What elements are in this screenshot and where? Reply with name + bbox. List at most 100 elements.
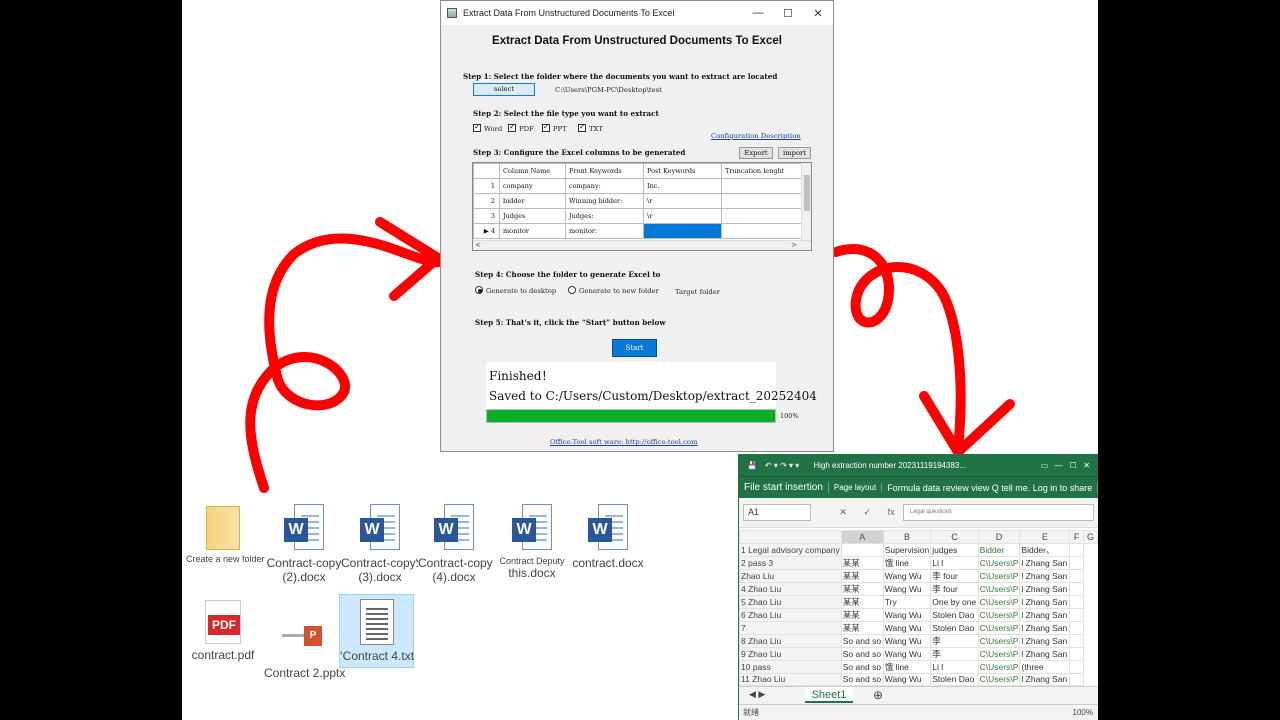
sheet-cell[interactable]: C\Users\P <box>977 672 1021 686</box>
sheet-cell[interactable]: C\Users\P <box>977 659 1021 674</box>
sheet-cell[interactable] <box>1069 672 1084 686</box>
row-cell-first[interactable]: 5 Zhao Liu <box>739 594 842 609</box>
configuration-description-link[interactable]: Configuration Description <box>711 132 801 140</box>
sheet-nav-icon[interactable]: ◀ ▶ <box>749 689 765 700</box>
sheet-cell[interactable]: Bidder <box>977 542 1021 557</box>
grid-cell[interactable]: Winning bidder: <box>565 193 644 209</box>
import-button[interactable]: import <box>778 147 811 159</box>
sheet-cell[interactable]: C\Users\P <box>977 633 1021 648</box>
sheet-cell[interactable]: l Zhang San <box>1019 607 1071 622</box>
grid-cell[interactable]: monitor: <box>565 223 644 239</box>
sheet-cell[interactable]: C\Users\P <box>977 568 1021 583</box>
sheet-cell[interactable]: One by one <box>930 594 979 609</box>
sheet-cell[interactable]: 饿 line <box>882 659 932 674</box>
sheet-tab[interactable]: Sheet1 <box>805 687 853 703</box>
horizontal-scrollbar[interactable]: < > <box>473 240 811 250</box>
type-txt[interactable]: TXT <box>578 122 603 133</box>
ribbon-tab[interactable]: Formula data review view Q tell me. Log … <box>882 482 1098 493</box>
sheet-cell[interactable] <box>1069 607 1084 622</box>
vertical-scrollbar[interactable] <box>801 163 811 241</box>
sheet-cell[interactable]: C\Users\P <box>977 646 1021 661</box>
sheet-cell[interactable]: C\Users\P <box>977 581 1021 596</box>
sheet-cell[interactable] <box>1069 659 1084 674</box>
undo-icon[interactable]: ↶ ▾ ↷ ▾ ▾ <box>765 461 799 470</box>
row-cell-first[interactable]: 1 Legal advisory company <box>739 542 842 557</box>
sheet-cell[interactable]: So and so <box>840 646 884 661</box>
sheet-cell[interactable]: Wang Wu <box>882 568 932 583</box>
ribbon-tab[interactable]: File start insertion <box>739 482 829 493</box>
grid-cell[interactable]: \r <box>643 208 722 224</box>
row-cell-first[interactable]: 6 Zhao Liu <box>739 607 842 622</box>
grid-cell[interactable]: Inc. <box>643 178 722 194</box>
sheet-cell[interactable]: Stolen Dao <box>930 620 979 635</box>
sheet-cell[interactable]: Li l <box>930 659 979 674</box>
ribbon-tab[interactable]: Page layout <box>829 483 883 492</box>
sheet-cell[interactable]: Wang Wu <box>882 607 932 622</box>
column-header[interactable]: B <box>882 530 932 544</box>
sheet-cell[interactable]: Supervision <box>882 542 932 557</box>
zoom-level[interactable]: 100% <box>1073 708 1093 717</box>
sheet-cell[interactable]: l Zhang San <box>1019 581 1071 596</box>
row-cell-first[interactable]: 11 Zhao Liu <box>739 672 842 686</box>
sheet-cell[interactable]: Stolen Dao <box>930 607 979 622</box>
file-contract-copy-2[interactable]: W Contract-copy (2).docx <box>264 504 344 584</box>
row-cell-first[interactable]: 7 <box>739 620 842 635</box>
grid-cell[interactable]: company <box>499 178 566 194</box>
sheet-cell[interactable] <box>1069 594 1084 609</box>
file-contract-txt[interactable]: ‘Contract 4.txt <box>339 594 414 668</box>
grid-cell[interactable] <box>721 208 802 224</box>
export-button[interactable]: Export <box>739 147 773 159</box>
sheet-cell[interactable]: 某某 <box>840 607 884 622</box>
enter-icon[interactable]: ✓ <box>863 507 871 518</box>
sheet-cell[interactable]: judges <box>930 542 979 557</box>
sheet-cell[interactable]: So and so <box>840 672 884 686</box>
sheet-cell[interactable]: (three <box>1019 659 1071 674</box>
grid-cell[interactable]: company: <box>565 178 644 194</box>
sheet-cell[interactable]: C\Users\P <box>977 594 1021 609</box>
sheet-cell[interactable]: l Zhang San <box>1019 633 1071 648</box>
target-folder-label[interactable]: Target folder <box>675 288 720 296</box>
sheet-cell[interactable] <box>840 542 884 557</box>
sheet-cell[interactable]: 李 four <box>930 581 979 596</box>
ppt-checkbox[interactable] <box>542 122 550 132</box>
sheet-cell[interactable]: 李 <box>930 633 979 648</box>
function-icon[interactable]: fx <box>888 507 895 518</box>
sheet-cell[interactable] <box>1069 633 1084 648</box>
sheet-cell[interactable]: 某某 <box>840 620 884 635</box>
grid-cell[interactable] <box>721 223 802 239</box>
close-button[interactable]: ✕ <box>803 7 833 20</box>
sheet-cell[interactable] <box>1069 568 1084 583</box>
sheet-cell[interactable]: Stolen Dao <box>930 672 979 686</box>
sheet-cell[interactable] <box>1069 620 1084 635</box>
sheet-cell[interactable]: 饿 line <box>882 555 932 570</box>
file-contract-docx[interactable]: W contract.docx <box>568 504 648 570</box>
cancel-icon[interactable]: ✕ <box>839 507 847 518</box>
file-contract-pptx[interactable]: P Contract 2.pptx <box>264 620 345 680</box>
column-header[interactable]: F <box>1069 530 1084 544</box>
sheet-cell[interactable]: l Zhang San <box>1019 568 1071 583</box>
type-word[interactable]: Word <box>473 122 502 133</box>
sheet-cell[interactable]: 李 four <box>930 568 979 583</box>
desktop-radio[interactable] <box>475 286 483 294</box>
sheet-cell[interactable]: Wang Wu <box>882 672 932 686</box>
sheet-cell[interactable]: 某某 <box>840 555 884 570</box>
sheet-cell[interactable]: Wang Wu <box>882 581 932 596</box>
sheet-cell[interactable]: 某某 <box>840 594 884 609</box>
sheet-cell[interactable] <box>1069 646 1084 661</box>
formula-input[interactable]: Legal questions <box>903 504 1094 521</box>
row-cell-first[interactable]: 10 pass <box>739 659 842 674</box>
file-contract-copy-3[interactable]: W Contract-copy: (3).docx <box>340 504 420 584</box>
sheet-cell[interactable]: Wang Wu <box>882 646 932 661</box>
grid-cell-selected[interactable] <box>643 223 722 239</box>
sheet-cell[interactable]: l Zhang San <box>1019 646 1071 661</box>
sheet-cell[interactable]: So and so <box>840 633 884 648</box>
column-header[interactable]: D <box>977 530 1021 544</box>
new-folder-radio[interactable] <box>568 286 576 294</box>
excel-window-controls[interactable]: ▭ — ☐ ✕ <box>1041 461 1090 470</box>
sheet-cell[interactable]: C\Users\P <box>977 607 1021 622</box>
sheet-cell[interactable]: Bidder、 <box>1019 542 1071 557</box>
sheet-cell[interactable]: l Zhang San <box>1019 620 1071 635</box>
sheet-cell[interactable]: l Zhang San <box>1019 672 1071 686</box>
sheet-cell[interactable]: l Zhang San <box>1019 555 1071 570</box>
select-all-corner[interactable] <box>739 530 842 544</box>
